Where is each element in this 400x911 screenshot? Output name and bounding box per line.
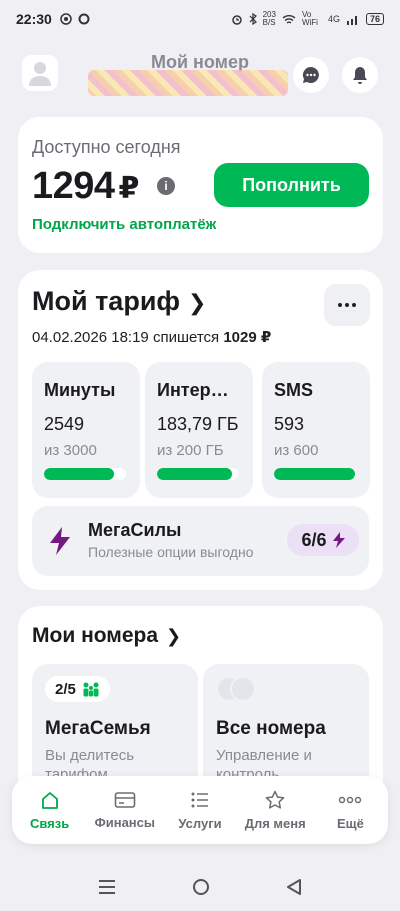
balance-currency: ₽ — [118, 172, 140, 205]
home-circle-icon[interactable] — [192, 878, 210, 896]
home-icon — [41, 791, 58, 809]
resource-title: Интер… — [157, 380, 229, 400]
wifi-icon — [282, 14, 296, 24]
info-icon[interactable]: i — [157, 177, 175, 195]
balance-amount: 1294 ₽ — [32, 165, 139, 208]
dot-icon — [338, 303, 342, 307]
charge-date: 04.02.2026 18:19 спишется — [32, 329, 220, 346]
resource-internet[interactable]: Интер… 183,79 ГБ из 200 ГБ — [145, 362, 253, 498]
avatar — [230, 676, 256, 702]
system-nav-bar — [0, 862, 400, 911]
phone-number-redacted — [88, 70, 288, 96]
signal-icon — [346, 15, 357, 25]
battery-indicator: 76 — [365, 13, 384, 25]
balance-value: 1294 — [32, 165, 115, 207]
resource-minutes[interactable]: Минуты 2549 из 3000 — [32, 362, 140, 498]
lightning-icon — [50, 527, 70, 555]
resource-total: из 3000 — [44, 442, 97, 459]
more-icon — [339, 796, 362, 803]
app-header: Мой номер — [0, 48, 400, 100]
nav-item-svyaz[interactable]: Связь — [12, 776, 87, 844]
resource-title: SMS — [274, 380, 314, 400]
status-time: 22:30 — [16, 11, 52, 27]
circle-icon — [78, 13, 90, 25]
resource-progress — [274, 468, 356, 480]
numbers-title: Мои номера — [32, 624, 159, 647]
card-icon — [114, 791, 136, 808]
numbers-title-link[interactable]: Мои номера ❯ — [32, 624, 181, 648]
menu-icon[interactable] — [98, 879, 116, 895]
resource-value: 593 — [274, 414, 305, 434]
bottom-nav: Связь Финансы Услуги Для меня Ещё — [12, 776, 388, 844]
nav-item-for-me[interactable]: Для меня — [238, 776, 313, 844]
lightning-small-icon — [332, 532, 345, 548]
nav-label: Ещё — [336, 815, 364, 831]
tariff-more-button[interactable] — [324, 284, 370, 326]
charge-amount: 1029 ₽ — [223, 329, 272, 346]
progress-fill — [44, 468, 114, 480]
dot-icon — [345, 303, 349, 307]
status-bar: 22:30 203 B/S Vo WiFi 4G 76 — [0, 0, 400, 38]
megasily-subtitle: Полезные опции выгодно — [88, 544, 254, 560]
resource-progress — [157, 468, 239, 480]
resource-progress — [44, 468, 126, 480]
progress-fill — [274, 468, 356, 480]
balance-label: Доступно сегодня — [32, 137, 181, 157]
megafamily-tile[interactable]: 2/5 МегаСемья Вы делитесь тарифом — [32, 664, 198, 794]
chevron-right-icon: ❯ — [188, 290, 207, 315]
net-speed: 203 B/S — [262, 10, 276, 27]
target-icon — [60, 13, 72, 25]
charge-info: 04.02.2026 18:19 спишется 1029 ₽ — [32, 328, 271, 346]
nav-item-finance[interactable]: Финансы — [87, 776, 162, 844]
bluetooth-icon — [249, 13, 257, 25]
nav-label: Для меня — [244, 815, 306, 831]
chat-button[interactable] — [293, 57, 329, 93]
vowifi-label: Vo WiFi — [301, 10, 318, 27]
all-numbers-tile[interactable]: Все номера Управление и контроль — [203, 664, 369, 794]
progress-fill — [157, 468, 233, 480]
resource-total: из 600 — [274, 442, 319, 459]
all-numbers-title: Все номера — [216, 718, 326, 739]
resource-value: 2549 — [44, 414, 85, 434]
nav-label: Финансы — [94, 814, 155, 830]
resource-total: из 200 ГБ — [157, 442, 224, 459]
back-icon[interactable] — [286, 878, 302, 896]
family-badge: 2/5 — [45, 676, 110, 702]
family-title: МегаСемья — [45, 718, 151, 739]
network-label: 4G — [327, 14, 340, 24]
family-icon — [83, 682, 99, 697]
alarm-icon — [231, 15, 242, 25]
nav-label: Услуги — [178, 815, 222, 831]
nav-item-services[interactable]: Услуги — [162, 776, 237, 844]
tariff-title: Мой тариф — [32, 286, 181, 316]
star-icon — [265, 790, 285, 809]
nav-item-more[interactable]: Ещё — [313, 776, 388, 844]
resource-sms[interactable]: SMS 593 из 600 — [262, 362, 370, 498]
chevron-right-icon: ❯ — [166, 626, 182, 646]
megasily-count: 6/6 — [301, 529, 327, 550]
numbers-avatars-icon — [216, 676, 258, 702]
bell-icon — [353, 67, 367, 84]
family-count: 2/5 — [55, 680, 76, 698]
topup-button[interactable]: Пополнить — [214, 163, 369, 207]
services-icon — [191, 792, 208, 807]
chat-icon — [302, 66, 319, 83]
megasily-badge: 6/6 — [287, 524, 359, 556]
autopay-link[interactable]: Подключить автоплатёж — [32, 216, 216, 233]
notifications-button[interactable] — [342, 57, 378, 93]
dot-icon — [352, 303, 356, 307]
megasily-row[interactable]: МегаСилы Полезные опции выгодно 6/6 — [32, 506, 369, 576]
balance-card: Доступно сегодня 1294 ₽ i Пополнить Подкл… — [18, 117, 383, 253]
megasily-title: МегаСилы — [88, 520, 182, 540]
resource-title: Минуты — [44, 380, 116, 400]
tariff-card: Мой тариф ❯ 04.02.2026 18:19 спишется 102… — [18, 270, 383, 590]
nav-label: Связь — [29, 815, 70, 831]
tariff-title-link[interactable]: Мой тариф ❯ — [32, 286, 206, 317]
resource-value: 183,79 ГБ — [157, 414, 239, 434]
